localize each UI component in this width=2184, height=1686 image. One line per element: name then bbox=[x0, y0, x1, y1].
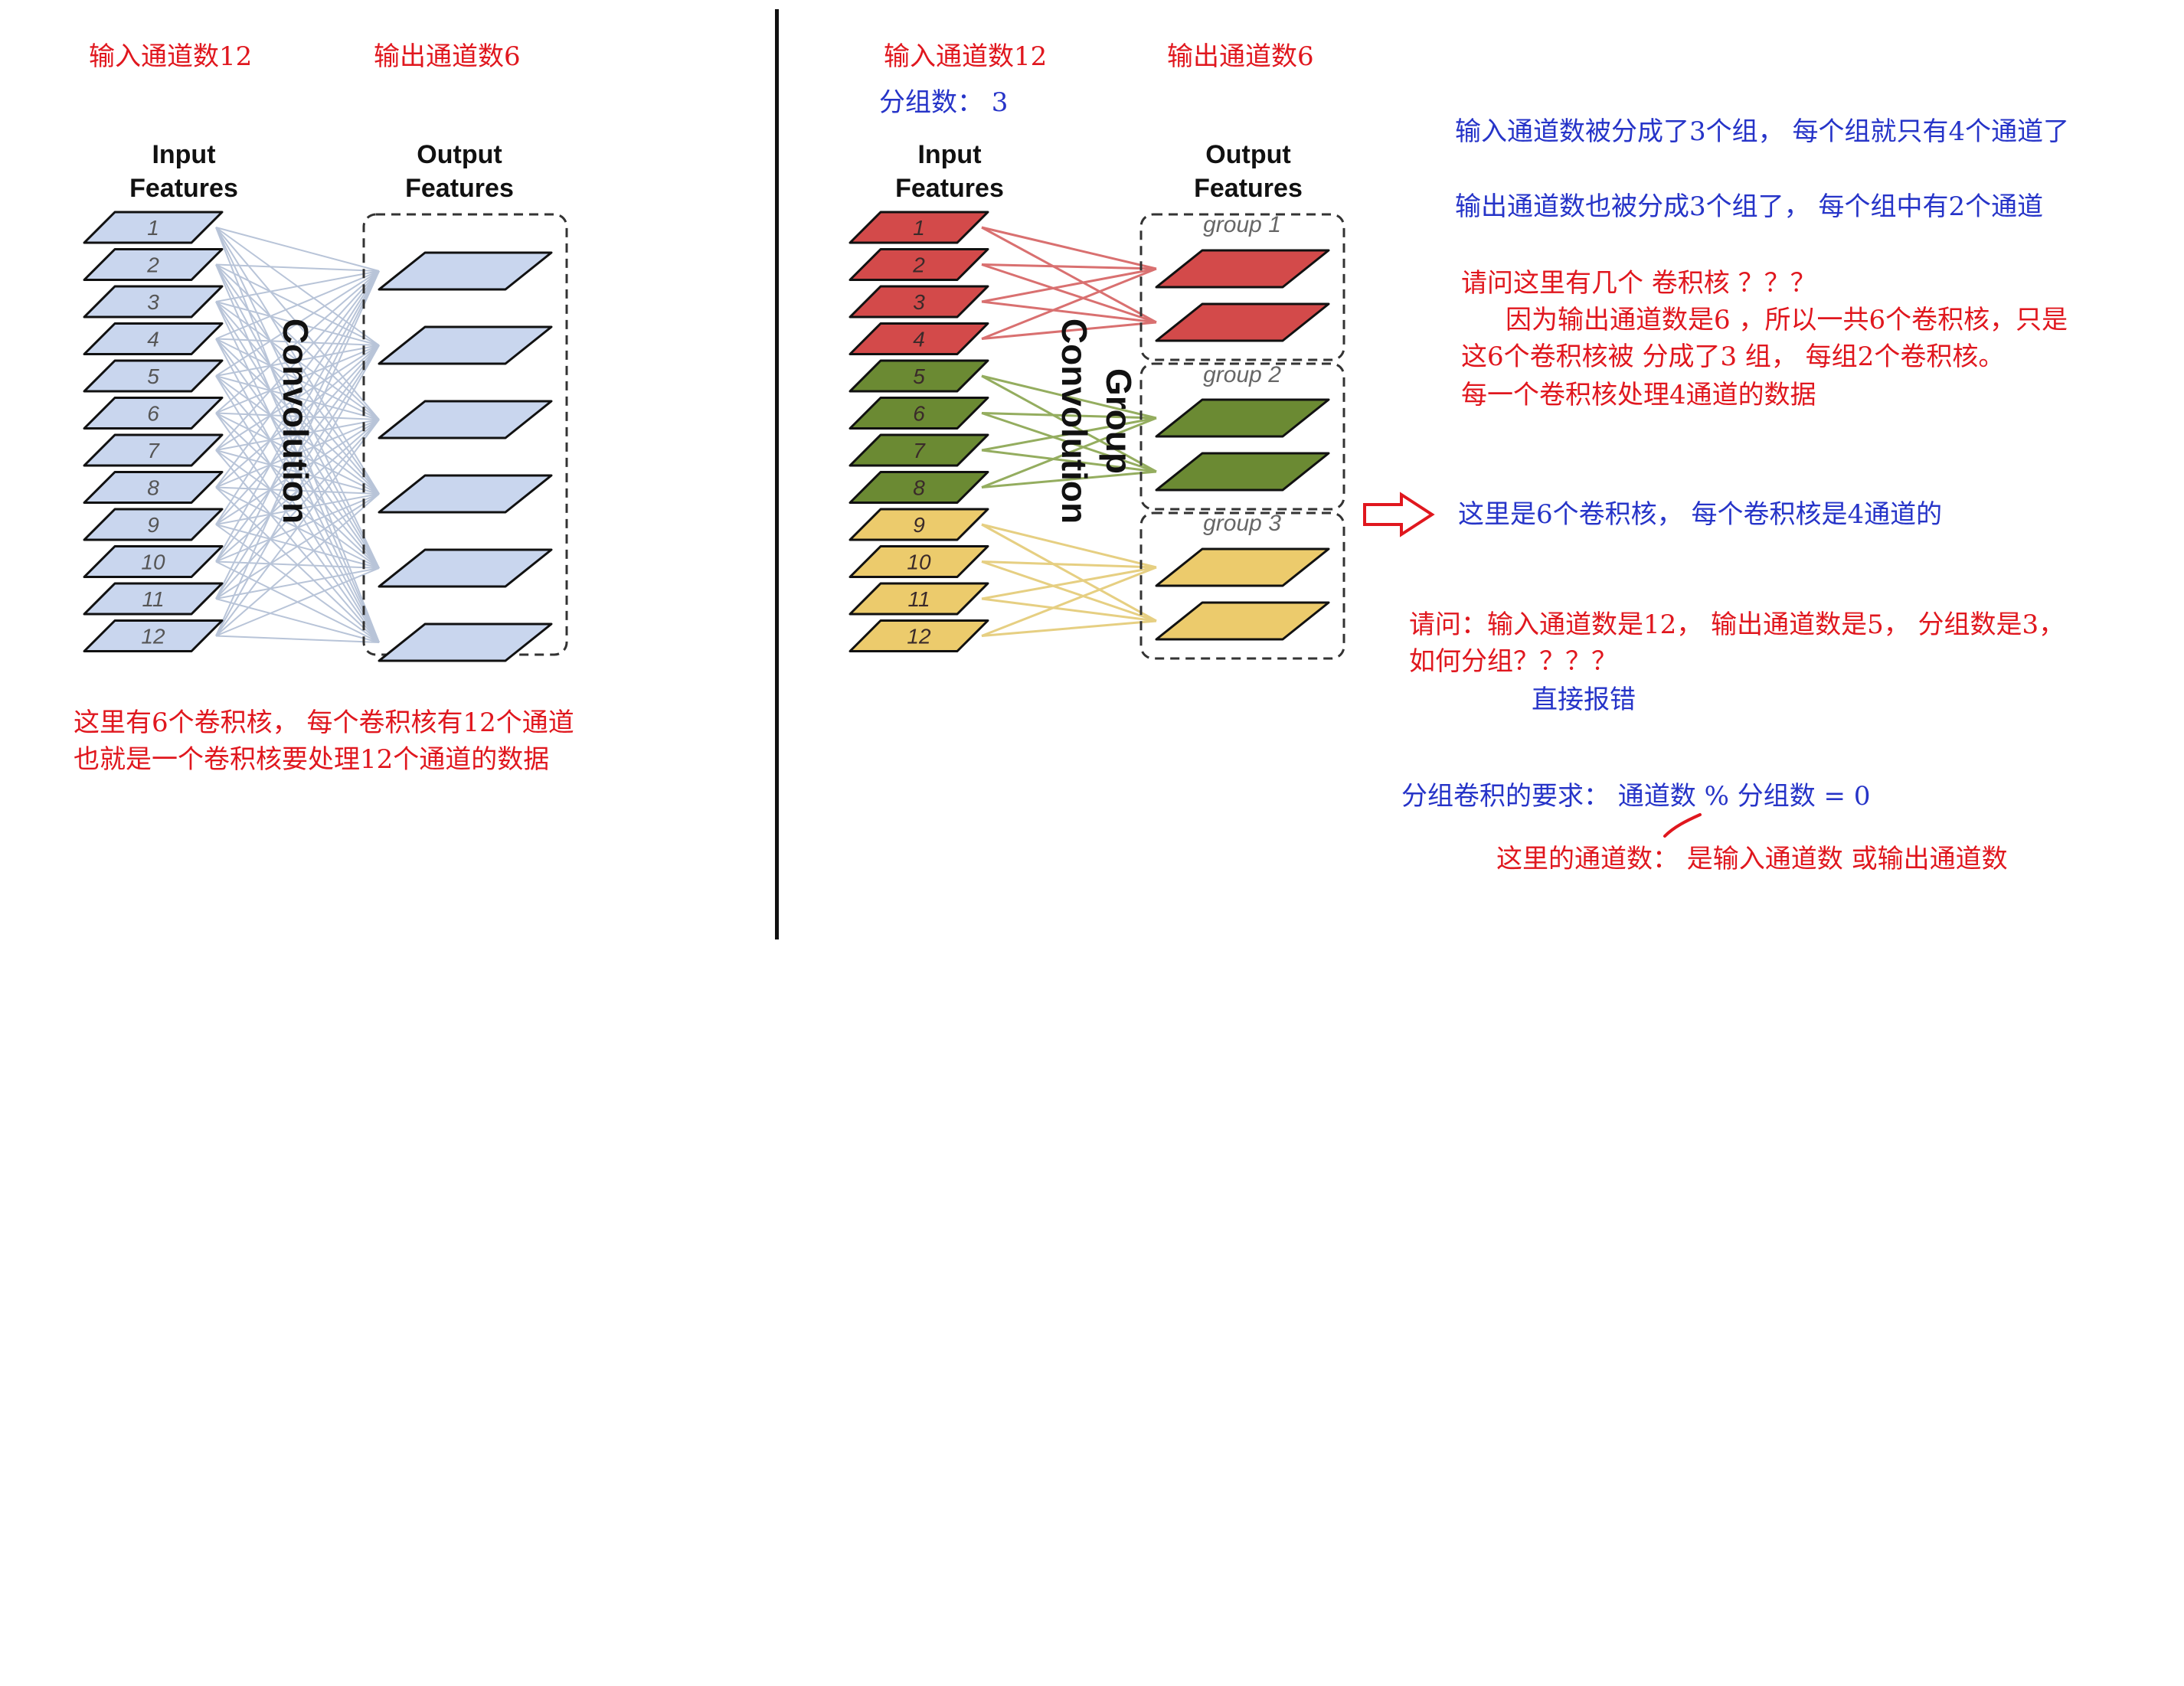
note-clarify: 这里的通道数： 是输入通道数 或输出通道数 bbox=[1496, 844, 2008, 874]
left-note-1: 这里有6个卷积核， 每个卷积核有12个通道 bbox=[74, 707, 574, 738]
output-feature-map bbox=[378, 325, 553, 365]
left-input-label-2: Features bbox=[129, 174, 238, 203]
left-input-channels: 输入通道数12 bbox=[89, 41, 253, 72]
group-connection-line bbox=[981, 226, 1157, 270]
group-2-label: group 2 bbox=[1203, 362, 1281, 387]
channel-number: 11 bbox=[142, 587, 164, 611]
group-connection-line bbox=[981, 263, 1157, 270]
group-output-feature-map bbox=[1155, 398, 1330, 438]
channel-number: 1 bbox=[913, 216, 925, 240]
group-output-feature-map bbox=[1155, 249, 1330, 289]
right-output-label-2: Features bbox=[1194, 174, 1303, 203]
right-input-label-1: Input bbox=[917, 140, 981, 169]
group-3-label: group 3 bbox=[1203, 511, 1281, 536]
left-output-channels: 输出通道数6 bbox=[374, 41, 521, 72]
note-requirement: 分组卷积的要求： 通道数 % 分组数 = 0 bbox=[1401, 781, 1871, 812]
left-input-label-1: Input bbox=[152, 140, 215, 169]
channel-number: 2 bbox=[912, 253, 925, 277]
channel-number: 11 bbox=[907, 587, 930, 611]
channel-number: 8 bbox=[913, 476, 925, 500]
channel-number: 8 bbox=[147, 476, 159, 500]
right-input-channels: 输入通道数12 bbox=[884, 41, 1048, 72]
red-tick-mark bbox=[1663, 813, 1702, 838]
note-question-2b: 如何分组？？？？ bbox=[1409, 646, 1617, 677]
note-output-split: 输出通道数也被分成3个组了， 每个组中有2个通道 bbox=[1455, 191, 2044, 222]
red-arrow-icon bbox=[1363, 492, 1435, 537]
channel-number: 10 bbox=[141, 551, 165, 574]
note-input-split: 输入通道数被分成了3个组， 每个组就只有4个通道了 bbox=[1455, 116, 2070, 147]
group-connection-line bbox=[981, 619, 1157, 637]
group-1-label: group 1 bbox=[1203, 212, 1281, 237]
channel-number: 9 bbox=[913, 513, 925, 537]
output-feature-map bbox=[378, 474, 553, 514]
channel-number: 7 bbox=[147, 439, 160, 462]
channel-number: 10 bbox=[907, 551, 931, 574]
input-feature-maps: 12 11 10 9 8 7 6 5 4 3 2 1 bbox=[83, 211, 224, 652]
group-connection-line bbox=[981, 560, 1157, 569]
channel-number: 6 bbox=[147, 402, 159, 426]
output-feature-map bbox=[378, 400, 553, 439]
right-output-label-1: Output bbox=[1205, 140, 1290, 169]
output-feature-maps bbox=[378, 251, 553, 662]
group-output-feature-map bbox=[1155, 601, 1330, 641]
left-output-label-1: Output bbox=[417, 140, 502, 169]
channel-number: 4 bbox=[147, 328, 159, 351]
note-answer-2: 这6个卷积核被 分成了3 组， 每组2个卷积核。 bbox=[1461, 341, 2005, 372]
connection-line bbox=[215, 635, 380, 643]
connection-line bbox=[215, 227, 380, 272]
group-connection-line bbox=[981, 560, 1157, 622]
channel-number: 5 bbox=[913, 364, 925, 388]
group-convolution-diagram: Input Features Output Features group 1 g… bbox=[848, 140, 1345, 660]
convolution-label: Convolution bbox=[276, 319, 316, 524]
group-convolution-label: Convolution bbox=[1054, 319, 1094, 524]
channel-number: 2 bbox=[146, 253, 159, 277]
channel-number: 3 bbox=[147, 290, 159, 314]
group-output-feature-map bbox=[1155, 547, 1330, 587]
group-connection-line bbox=[981, 523, 1157, 569]
channel-number: 12 bbox=[141, 625, 165, 649]
channel-number: 3 bbox=[913, 290, 925, 314]
right-group-count: 分组数： 3 bbox=[879, 87, 1009, 118]
vertical-divider bbox=[775, 9, 779, 939]
note-question-kernels: 请问这里有几个 卷积核 ？？？ bbox=[1461, 268, 1816, 299]
left-output-label-2: Features bbox=[405, 174, 514, 203]
group-output-feature-maps bbox=[1155, 249, 1330, 641]
group-label: Group bbox=[1099, 368, 1139, 474]
group-input-feature-maps: 12 11 10 9 8 7 6 5 4 3 2 1 bbox=[848, 211, 989, 652]
note-answer-3: 每一个卷积核处理4通道的数据 bbox=[1461, 380, 1816, 410]
standard-convolution-diagram: Input Features Output Features 121110987… bbox=[83, 140, 568, 662]
channel-number: 4 bbox=[913, 328, 925, 351]
note-answer-1: 因为输出通道数是6 ，所以一共6个卷积核，只是 bbox=[1506, 305, 2068, 335]
output-feature-map bbox=[378, 548, 553, 588]
connection-line bbox=[215, 598, 380, 643]
note-arrow: 这里是6个卷积核， 每个卷积核是4通道的 bbox=[1458, 499, 1943, 530]
channel-number: 12 bbox=[907, 625, 931, 649]
output-feature-map bbox=[378, 251, 553, 291]
left-note-2: 也就是一个卷积核要处理12个通道的数据 bbox=[74, 744, 550, 775]
channel-number: 9 bbox=[147, 513, 159, 537]
channel-number: 6 bbox=[913, 402, 925, 426]
group-output-feature-map bbox=[1155, 302, 1330, 342]
group-output-feature-map bbox=[1155, 452, 1330, 492]
channel-number: 5 bbox=[147, 364, 159, 388]
right-input-label-2: Features bbox=[895, 174, 1004, 203]
right-output-channels: 输出通道数6 bbox=[1167, 41, 1314, 72]
channel-number: 7 bbox=[913, 439, 926, 462]
note-question-2a: 请问：输入通道数是12， 输出通道数是5， 分组数是3， bbox=[1409, 609, 2065, 640]
group-connection-line bbox=[981, 226, 1157, 324]
note-error: 直接报错 bbox=[1532, 685, 1636, 715]
channel-number: 1 bbox=[147, 216, 159, 240]
